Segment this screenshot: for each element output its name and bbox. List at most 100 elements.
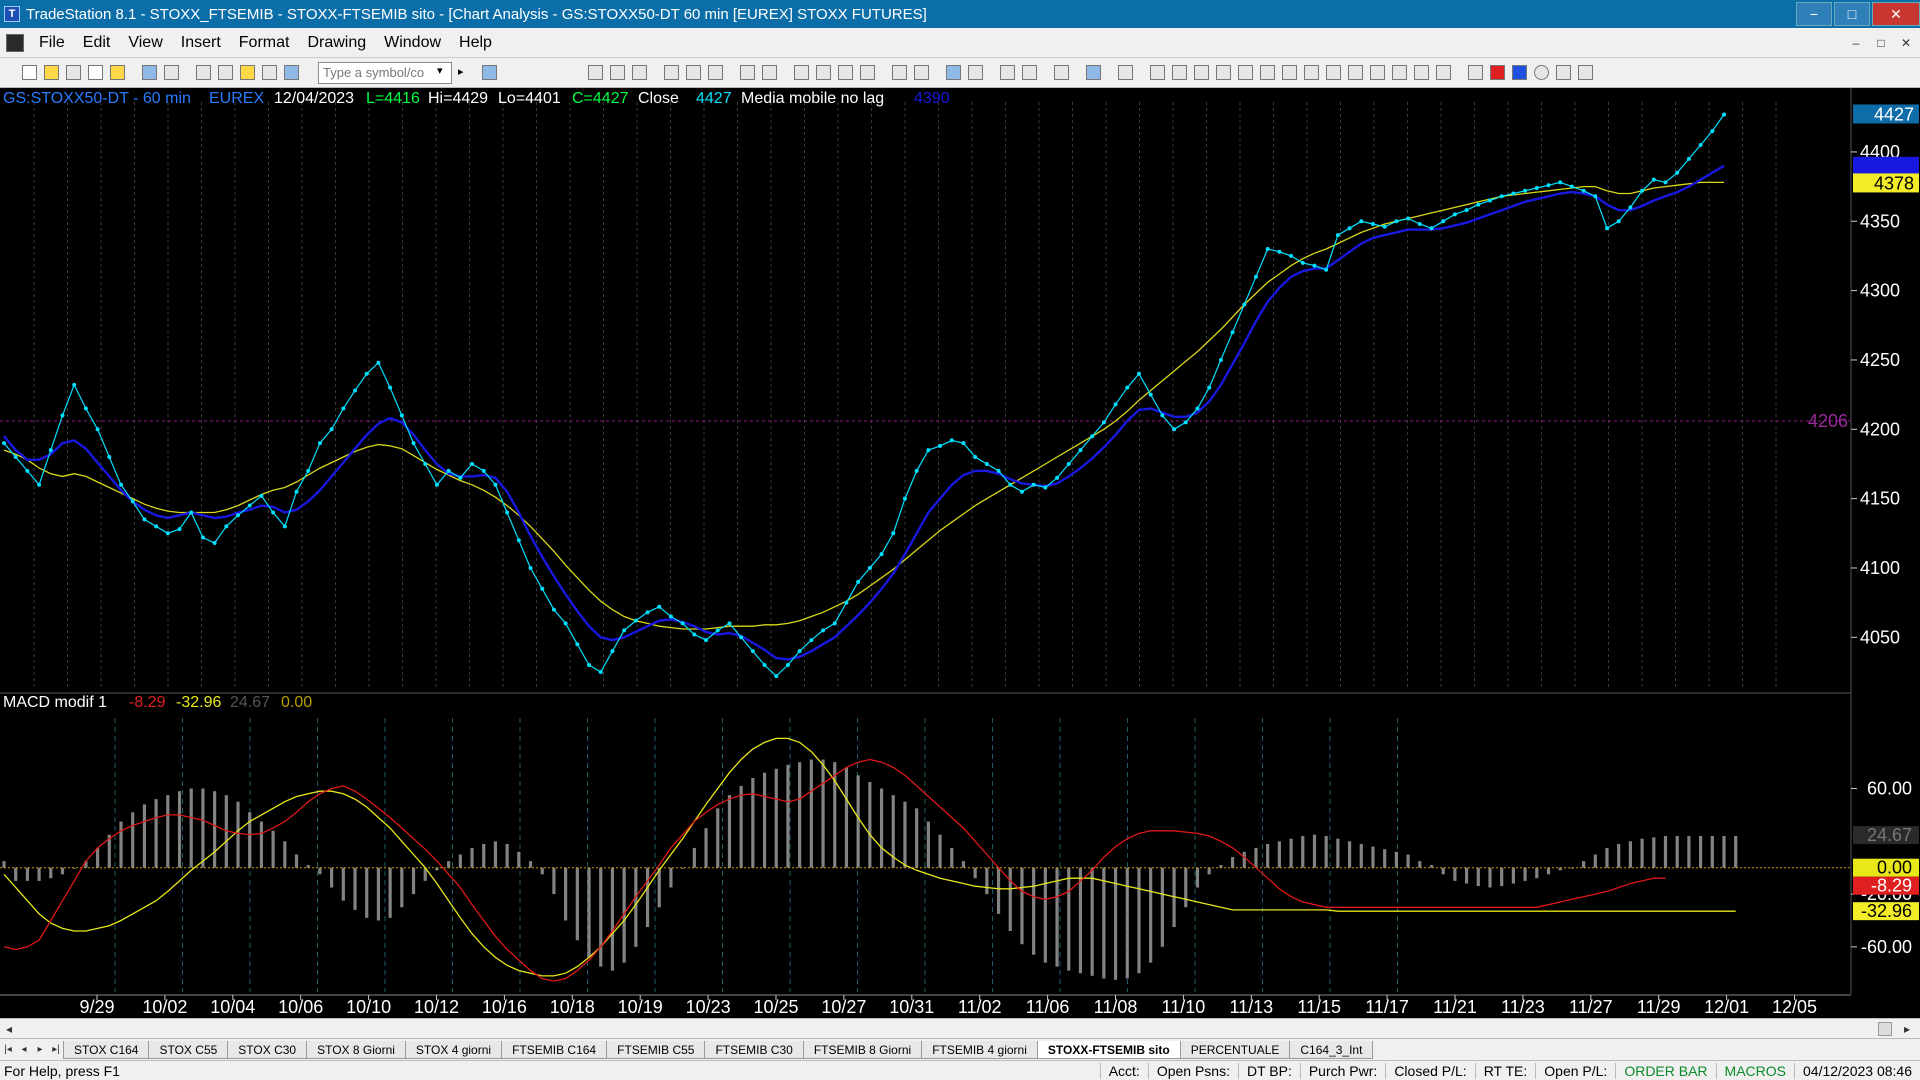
menu-view[interactable]: View — [119, 34, 171, 52]
save-icon[interactable] — [142, 65, 157, 80]
pen-icon[interactable] — [1436, 65, 1451, 80]
trendline-icon[interactable] — [1150, 65, 1165, 80]
rectangle-icon[interactable] — [1556, 65, 1571, 80]
open-icon[interactable] — [44, 65, 59, 80]
chart-area[interactable]: 4206 4050 4100 4150 4200 4250 4300 4350 4400 4427… — [0, 88, 1920, 1018]
find-symbol-icon[interactable] — [482, 65, 497, 80]
candlestick-icon[interactable] — [664, 65, 679, 80]
speed-lines-icon[interactable] — [1282, 65, 1297, 80]
format-window-icon[interactable] — [762, 65, 777, 80]
new-window-icon[interactable] — [88, 65, 103, 80]
tab-last-icon[interactable]: ▸| — [48, 1044, 64, 1055]
hammer-icon[interactable] — [1054, 65, 1069, 80]
bar-type3-icon[interactable] — [838, 65, 853, 80]
data-window-icon[interactable] — [1086, 65, 1101, 80]
order-bar-button[interactable]: ORDER BAR — [1615, 1062, 1715, 1079]
macd-histogram-bar — [470, 847, 474, 868]
folder-icon[interactable] — [110, 65, 125, 80]
scroll-left-icon[interactable] — [892, 65, 907, 80]
tab-ftsemib-8-giorni[interactable]: FTSEMIB 8 Giorni — [802, 1040, 923, 1059]
horizontal-lines-icon[interactable] — [1194, 65, 1209, 80]
menu-edit[interactable]: Edit — [74, 34, 120, 52]
menu-insert[interactable]: Insert — [172, 34, 230, 52]
bar-type-icon[interactable] — [794, 65, 809, 80]
arrow-up-icon[interactable] — [1512, 65, 1527, 80]
bar-chart-icon[interactable] — [588, 65, 603, 80]
new-icon[interactable] — [22, 65, 37, 80]
eraser-icon[interactable] — [1118, 65, 1133, 80]
bar-type2-icon[interactable] — [816, 65, 831, 80]
angle-icon[interactable] — [1326, 65, 1341, 80]
tab-ftsemib-c164[interactable]: FTSEMIB C164 — [501, 1040, 608, 1059]
channel-icon[interactable] — [1216, 65, 1231, 80]
point-figure-icon[interactable] — [686, 65, 701, 80]
scroll-left-arrow-icon[interactable]: ◂ — [6, 1022, 12, 1036]
tab-stox-c164[interactable]: STOX C164 — [63, 1040, 150, 1059]
menu-file[interactable]: File — [30, 34, 74, 52]
bar-type4-icon[interactable] — [860, 65, 875, 80]
print-icon[interactable] — [164, 65, 179, 80]
andrews-icon[interactable] — [1304, 65, 1319, 80]
minimize-button[interactable]: − — [1796, 2, 1832, 26]
tab-prev-icon[interactable]: ◂ — [16, 1044, 32, 1055]
regression-icon[interactable] — [1348, 65, 1363, 80]
scroll-right-arrow-icon[interactable]: ▸ — [1904, 1022, 1910, 1036]
tab-ftsemib-c55[interactable]: FTSEMIB C55 — [606, 1040, 706, 1059]
arrow-down-icon[interactable] — [1490, 65, 1505, 80]
tab-stox-c30[interactable]: STOX C30 — [227, 1040, 308, 1059]
parallel-icon[interactable] — [1392, 65, 1407, 80]
fibonacci-icon[interactable] — [1238, 65, 1253, 80]
scroll-right-icon[interactable] — [914, 65, 929, 80]
menu-window[interactable]: Window — [375, 34, 450, 52]
kagi-icon[interactable] — [708, 65, 723, 80]
symbol-dropdown-icon[interactable]: ▾ — [437, 64, 443, 77]
tab-first-icon[interactable]: |◂ — [0, 1044, 16, 1055]
chart-window-icon[interactable] — [6, 33, 24, 52]
mdi-minimize-button[interactable]: – — [1845, 33, 1867, 53]
tab-stox-4-giorni[interactable]: STOX 4 giorni — [404, 1040, 503, 1059]
crosshair-icon[interactable] — [1022, 65, 1037, 80]
arc-icon[interactable] — [1414, 65, 1429, 80]
open-workspace-icon[interactable] — [66, 65, 81, 80]
tab-ftsemib-c30[interactable]: FTSEMIB C30 — [704, 1040, 804, 1059]
symbol-input[interactable]: Type a symbol/co — [318, 62, 452, 84]
go-icon[interactable]: ▸ — [458, 65, 473, 80]
brush-icon[interactable] — [262, 65, 277, 80]
gann-icon[interactable] — [1260, 65, 1275, 80]
tab-stoxx-ftsemib-sito[interactable]: STOXX-FTSEMIB sito — [1036, 1040, 1181, 1059]
globe-icon[interactable] — [284, 65, 299, 80]
macros-button[interactable]: MACROS — [1715, 1062, 1794, 1079]
mdi-close-button[interactable]: ✕ — [1895, 33, 1917, 53]
scroll-thumb[interactable] — [1878, 1022, 1892, 1036]
pointer-icon[interactable] — [1000, 65, 1015, 80]
tab-ftsemib-4-giorni[interactable]: FTSEMIB 4 giorni — [921, 1040, 1038, 1059]
close-button[interactable]: ✕ — [1872, 2, 1920, 26]
chart-canvas[interactable]: 4206405041004150420042504300435044004427… — [0, 88, 1920, 1018]
table-icon[interactable] — [632, 65, 647, 80]
strategy-icon[interactable] — [196, 65, 211, 80]
indicator-icon[interactable] — [218, 65, 233, 80]
ellipse-icon[interactable] — [1534, 65, 1549, 80]
lock-icon[interactable] — [240, 65, 255, 80]
line-chart-icon[interactable] — [610, 65, 625, 80]
text-icon[interactable] — [1578, 65, 1593, 80]
tab-next-icon[interactable]: ▸ — [32, 1044, 48, 1055]
close-point — [1277, 249, 1282, 254]
vertical-lines-icon[interactable] — [1172, 65, 1187, 80]
tab-percentuale[interactable]: PERCENTUALE — [1179, 1040, 1291, 1059]
tab-stox-8-giorni[interactable]: STOX 8 Giorni — [306, 1040, 406, 1059]
format-icon[interactable] — [740, 65, 755, 80]
tab-stox-c55[interactable]: STOX C55 — [148, 1040, 229, 1059]
tab-c164-3-int[interactable]: C164_3_Int — [1289, 1040, 1374, 1059]
arrow-lr-icon[interactable] — [1370, 65, 1385, 80]
macd-histogram-bar — [809, 759, 813, 868]
menu-help[interactable]: Help — [450, 34, 501, 52]
zoom-in-icon[interactable] — [946, 65, 961, 80]
mdi-restore-button[interactable]: □ — [1870, 33, 1892, 53]
horizontal-scrollbar[interactable]: ◂ ▸ — [0, 1018, 1920, 1038]
curve-icon[interactable] — [1468, 65, 1483, 80]
menu-format[interactable]: Format — [230, 34, 299, 52]
zoom-out-icon[interactable] — [968, 65, 983, 80]
menu-drawing[interactable]: Drawing — [298, 34, 375, 52]
maximize-button[interactable]: □ — [1834, 2, 1870, 26]
